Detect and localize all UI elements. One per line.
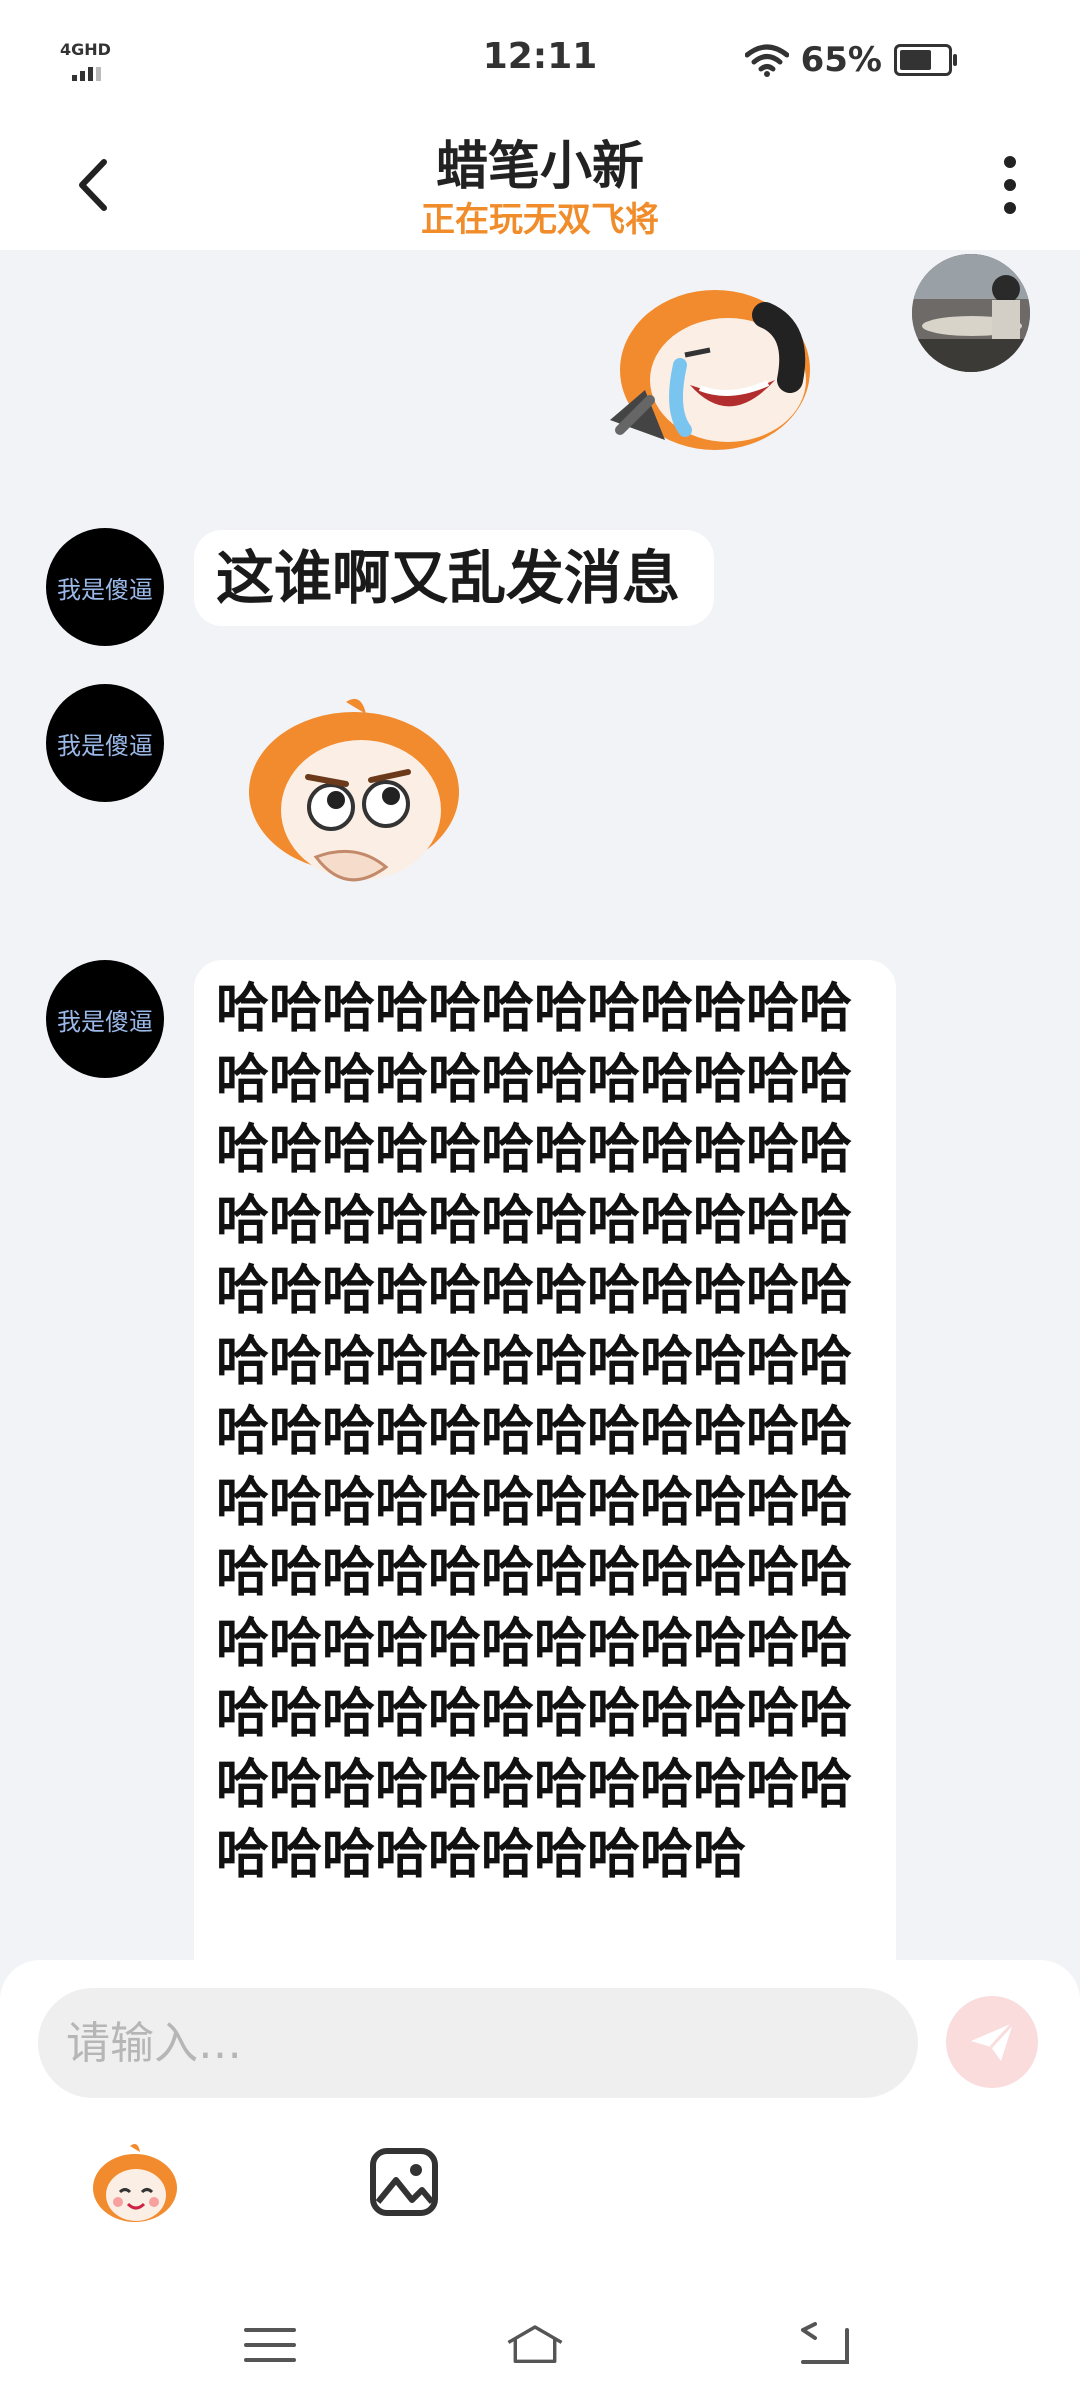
chat-title: 蜡笔小新 (435, 137, 644, 197)
back-nav-icon[interactable] (795, 2320, 855, 2370)
chat-status: 正在玩无双飞将 (421, 200, 659, 240)
avatar-label: 我是傻逼 (57, 1007, 153, 1036)
contact-avatar[interactable]: 我是傻逼 (46, 684, 164, 802)
battery-percent: 65% (800, 40, 882, 80)
status-right: 65% (744, 36, 957, 84)
contact-avatar[interactable]: 我是傻逼 (46, 528, 164, 646)
contact-avatar[interactable]: 我是傻逼 (46, 960, 164, 1078)
home-icon[interactable] (505, 2320, 565, 2370)
profile-photo-icon (912, 254, 1030, 372)
battery-icon (894, 44, 957, 76)
message-text: 哈哈哈哈哈哈哈哈哈哈哈哈哈哈哈哈哈哈哈哈哈哈哈哈哈哈哈哈哈哈哈哈哈哈哈哈哈哈哈哈… (216, 978, 852, 1885)
chat-header: 蜡笔小新 正在玩无双飞将 (0, 120, 1080, 250)
sticker-face-icon (93, 2144, 177, 2222)
system-nav-bar (0, 2280, 1080, 2400)
message-bubble[interactable]: 这谁啊又乱发消息 (194, 530, 714, 626)
sticker-message-laughing[interactable] (590, 280, 830, 470)
laughing-crying-sticker-icon (610, 290, 810, 450)
menu-icon[interactable] (240, 2320, 300, 2370)
status-bar: 4GHD 12:11 65% (0, 0, 1080, 120)
avatar-label: 我是傻逼 (57, 731, 153, 760)
send-button[interactable] (946, 1996, 1038, 2088)
message-bubble[interactable]: 哈哈哈哈哈哈哈哈哈哈哈哈哈哈哈哈哈哈哈哈哈哈哈哈哈哈哈哈哈哈哈哈哈哈哈哈哈哈哈哈… (194, 960, 896, 2000)
sticker-button[interactable] (90, 2140, 180, 2230)
more-options-button[interactable] (990, 150, 1030, 220)
sticker-message-thinking[interactable] (236, 692, 476, 912)
image-button[interactable] (368, 2146, 440, 2218)
my-avatar[interactable] (912, 254, 1030, 372)
thinking-sticker-icon (249, 698, 459, 882)
avatar-label: 我是傻逼 (57, 575, 153, 604)
wifi-icon (744, 44, 789, 77)
message-text: 这谁啊又乱发消息 (216, 544, 681, 612)
image-icon (370, 2148, 438, 2216)
send-icon (971, 2021, 1015, 2061)
message-input[interactable] (38, 1988, 918, 2098)
